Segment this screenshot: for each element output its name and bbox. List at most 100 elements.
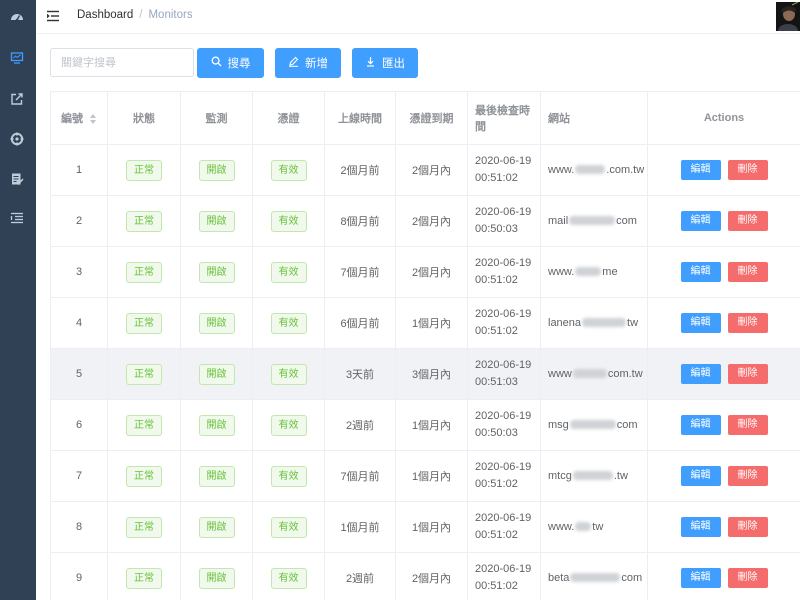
cell-uptime: 7個月前 [324,450,396,502]
edit-pen-icon [288,56,299,70]
edit-button[interactable]: 編輯 [680,517,721,537]
monitor-badge: 開啟 [198,210,235,232]
cert-badge: 有效 [270,465,307,487]
edit-button[interactable]: 編輯 [680,160,721,180]
status-badge: 正常 [126,159,162,181]
column-header-id[interactable]: 編號 [50,91,108,145]
cell-cert: 有效 [252,297,325,349]
site-prefix: www. [548,520,575,533]
edit-button[interactable]: 編輯 [680,211,721,231]
redacted-text [575,165,606,175]
cell-status: 正常 [107,552,181,600]
hamburger-icon[interactable] [47,10,59,22]
cert-badge: 有效 [270,414,307,436]
cell-id: 1 [50,144,108,196]
search-button[interactable]: 搜尋 [197,48,264,78]
redacted-text [572,369,607,379]
delete-button[interactable]: 刪除 [727,415,768,435]
edit-button[interactable]: 編輯 [680,415,721,435]
last-checked-date: 2020-06-19 [475,257,532,269]
cell-last-checked: 2020-06-19 00:51:02 [467,297,541,349]
cell-cert: 有效 [252,450,325,502]
delete-button[interactable]: 刪除 [727,160,768,180]
avatar[interactable] [776,2,800,31]
cert-badge: 有效 [270,516,307,538]
cell-cert: 有效 [252,348,325,400]
form-icon[interactable] [10,172,24,186]
sidebar [0,0,36,600]
cert-badge: 有效 [270,363,307,385]
site-prefix: lanena [548,316,582,329]
cell-cert-expiry: 1個月內 [395,450,468,502]
site-suffix: com [621,571,643,584]
cell-uptime: 7個月前 [324,246,396,298]
cell-site[interactable]: www com.tw [540,348,648,400]
cell-site[interactable]: mail com [540,195,648,247]
delete-button[interactable]: 刪除 [727,313,768,333]
edit-button[interactable]: 編輯 [680,262,721,282]
site-suffix: com.tw [607,367,643,380]
site-suffix: com [616,214,637,227]
last-checked-time: 00:50:03 [475,427,518,439]
cell-id: 7 [50,450,108,502]
table-row: 1 正常 開啟 有效 2個月前 2個月內 2020-06-19 00:51:02 www. .co… [50,144,800,196]
monitor-badge: 開啟 [198,312,235,334]
cell-id: 8 [50,501,108,553]
table-row: 4 正常 開啟 有效 6個月前 1個月內 2020-06-19 00:51:02 lanena t… [50,297,800,349]
edit-button[interactable]: 編輯 [680,466,721,486]
add-button[interactable]: 新增 [275,48,341,78]
edit-button[interactable]: 編輯 [680,313,721,333]
cell-site[interactable]: msg com [540,399,648,451]
delete-button[interactable]: 刪除 [727,517,768,537]
cell-site[interactable]: www. .com.tw [540,144,648,196]
delete-button[interactable]: 刪除 [727,211,768,231]
cell-actions: 編輯 刪除 [647,348,800,400]
last-checked-date: 2020-06-19 [475,359,532,371]
cell-last-checked: 2020-06-19 00:51:02 [467,552,541,600]
cell-uptime: 3天前 [324,348,396,400]
site-prefix: www [548,367,572,380]
cell-uptime: 8個月前 [324,195,396,247]
dashboard-icon[interactable] [10,10,24,24]
cell-site[interactable]: www. me [540,246,648,298]
cell-id: 2 [50,195,108,247]
monitor-icon[interactable] [10,51,24,65]
status-badge: 正常 [126,567,162,589]
cell-status: 正常 [107,450,181,502]
redacted-text [575,522,592,532]
edit-button[interactable]: 編輯 [680,568,721,588]
site-prefix: www. [548,163,575,176]
delete-button[interactable]: 刪除 [727,262,768,282]
cell-site[interactable]: lanena tw [540,297,648,349]
cell-last-checked: 2020-06-19 00:50:03 [467,195,541,247]
delete-button[interactable]: 刪除 [727,466,768,486]
cell-last-checked: 2020-06-19 00:50:03 [467,399,541,451]
target-icon[interactable] [10,132,24,146]
list-icon[interactable] [10,211,24,225]
monitor-badge: 開啟 [198,567,235,589]
site-prefix: msg [548,418,569,431]
cell-status: 正常 [107,348,181,400]
monitor-badge: 開啟 [198,465,235,487]
breadcrumb: Dashboard / Monitors [77,9,193,21]
last-checked-time: 00:51:03 [475,376,518,388]
site-suffix: .com.tw [606,163,645,176]
cell-site[interactable]: mtcg .tw [540,450,648,502]
site-prefix: mail [548,214,569,227]
search-input[interactable] [50,48,194,77]
cell-cert-expiry: 3個月內 [395,348,468,400]
cell-site[interactable]: beta com [540,552,648,600]
column-header-status: 狀態 [107,91,181,145]
cell-status: 正常 [107,195,181,247]
delete-button[interactable]: 刪除 [727,568,768,588]
breadcrumb-home[interactable]: Dashboard [77,9,133,21]
cell-uptime: 2週前 [324,399,396,451]
export-button[interactable]: 匯出 [352,48,418,78]
sort-caret-icon[interactable] [89,114,97,125]
cell-last-checked: 2020-06-19 00:51:02 [467,501,541,553]
delete-button[interactable]: 刪除 [727,364,768,384]
redacted-text [570,573,621,583]
external-link-icon[interactable] [10,92,24,106]
cell-site[interactable]: www. tw [540,501,648,553]
edit-button[interactable]: 編輯 [680,364,721,384]
